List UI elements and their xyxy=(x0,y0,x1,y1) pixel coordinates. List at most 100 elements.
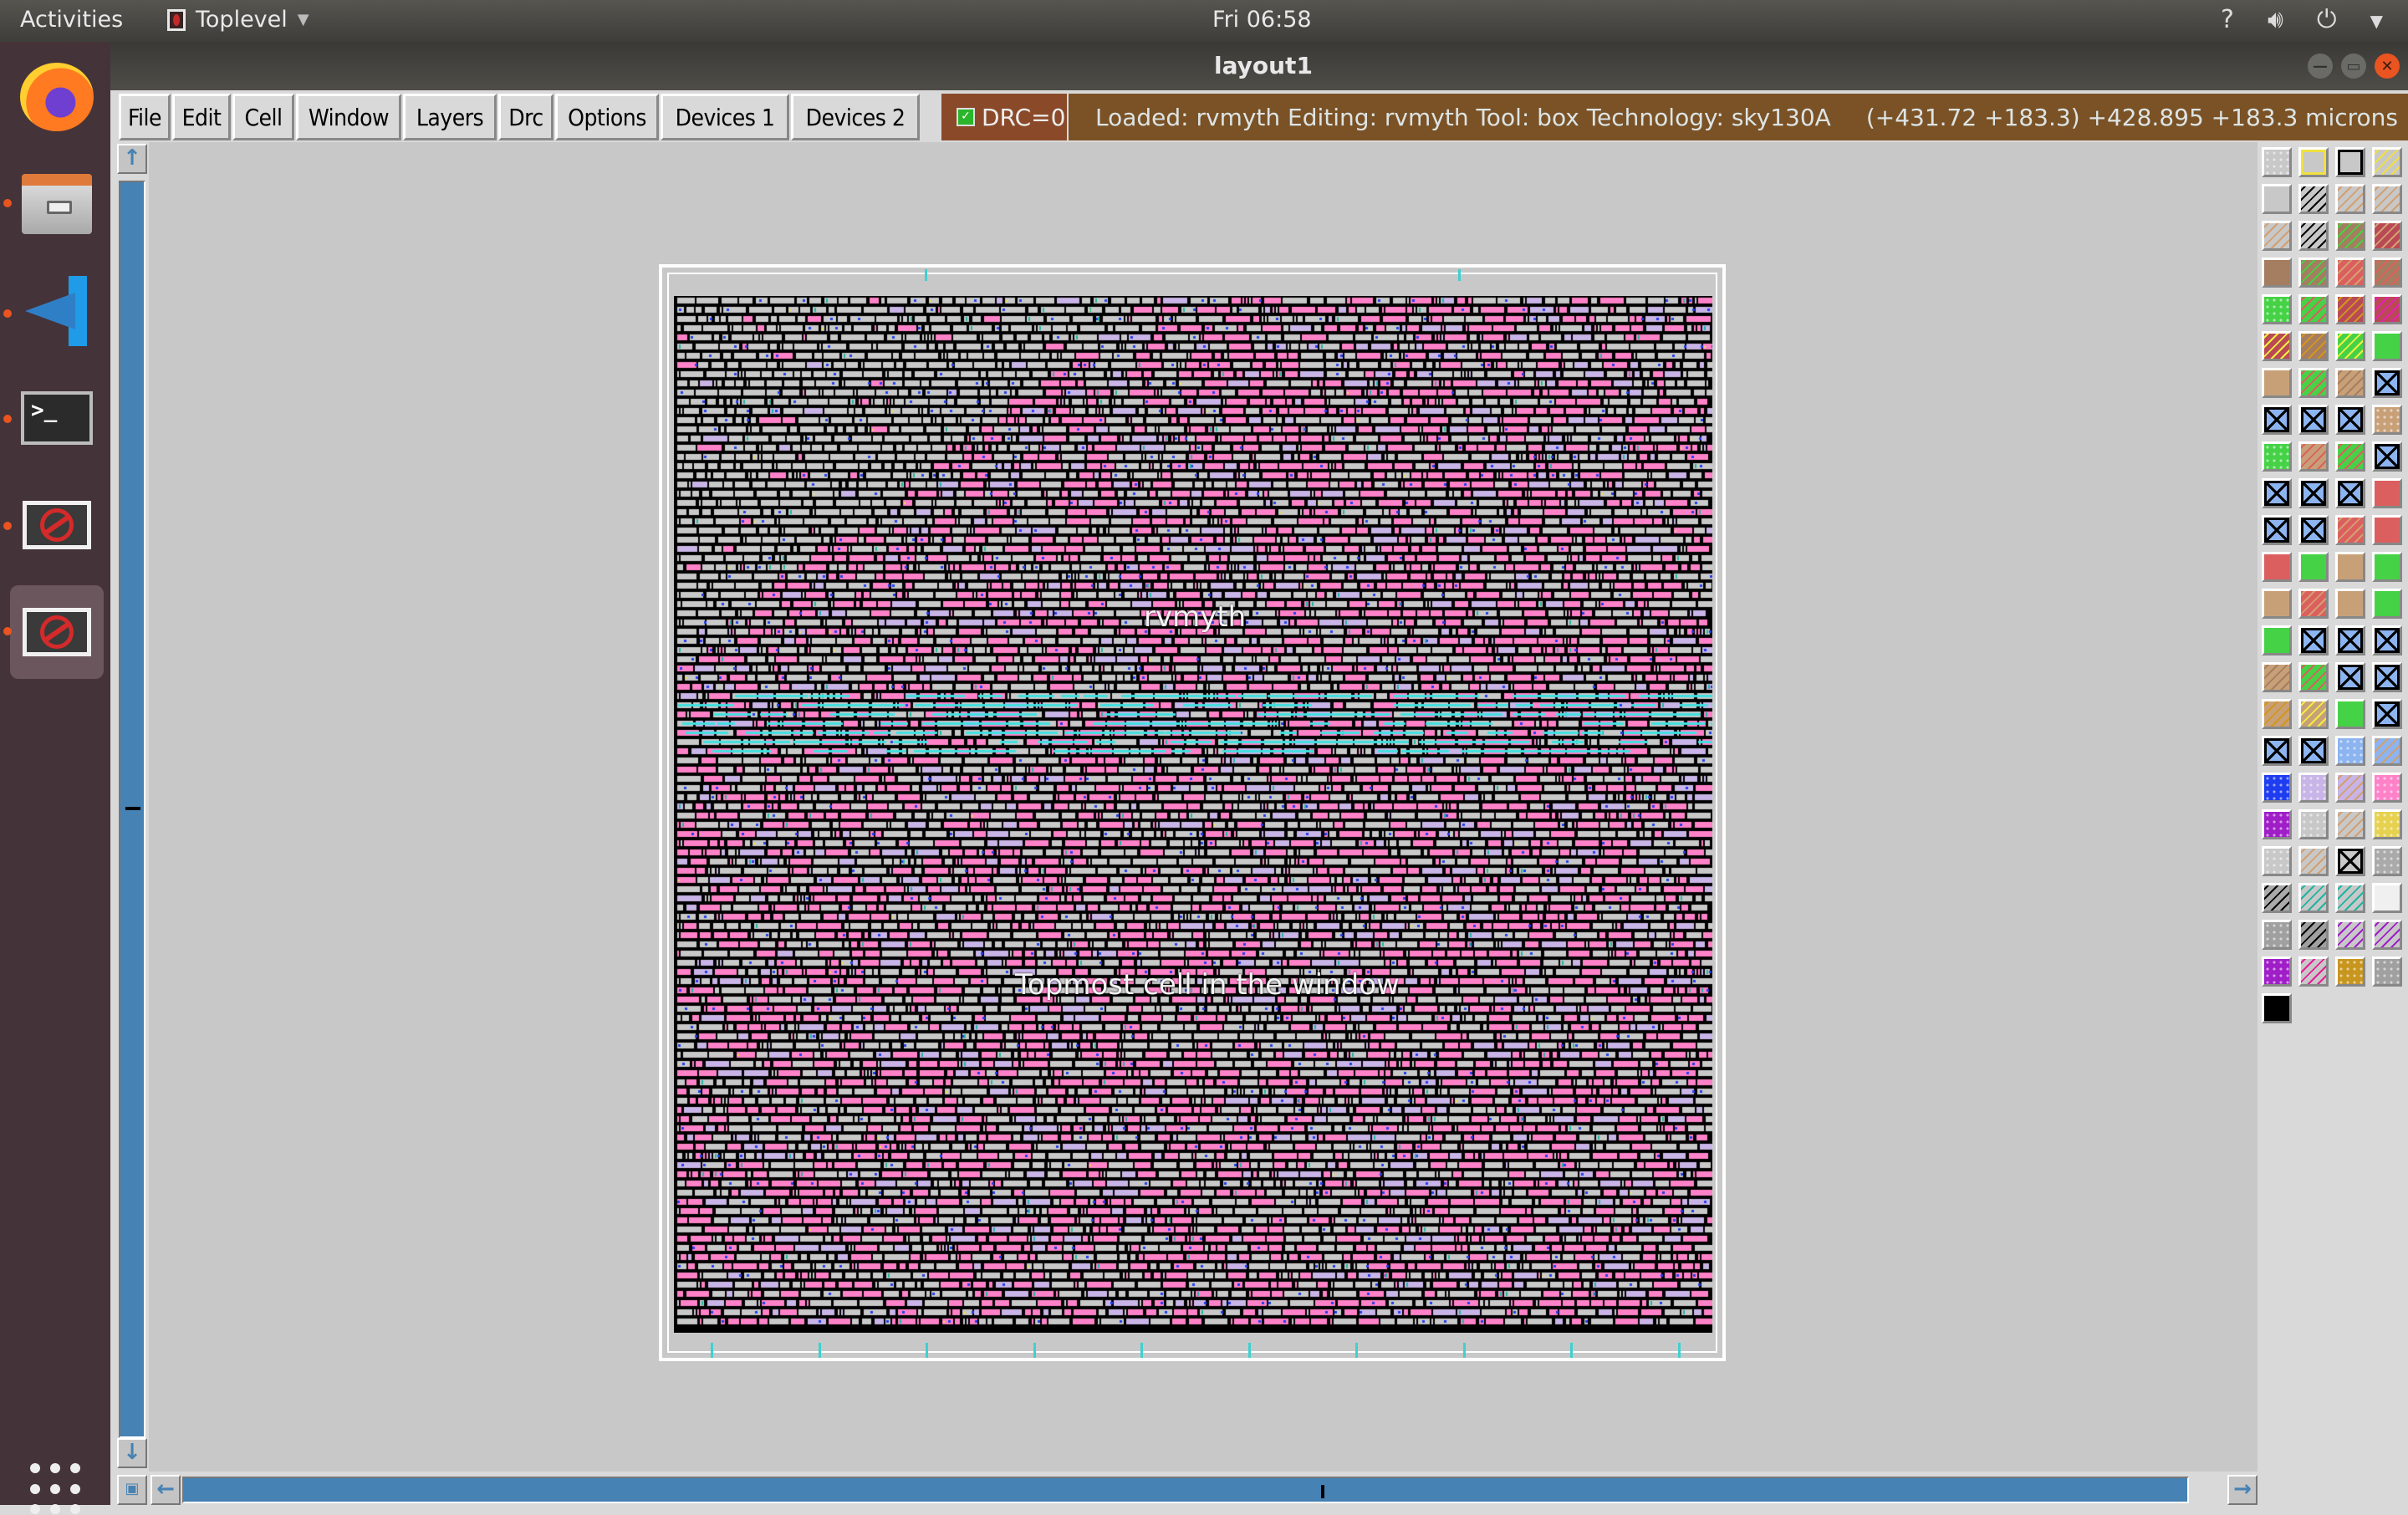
menu-cell[interactable]: Cell xyxy=(232,94,294,140)
network-unknown-icon[interactable]: ? xyxy=(2221,5,2234,37)
layer-swatch-contact-blue[interactable] xyxy=(2335,478,2365,508)
horizontal-scroll-thumb[interactable] xyxy=(182,1477,2189,1503)
layer-swatch-pink-rings[interactable] xyxy=(2298,809,2329,839)
layer-swatch-pink-rings-hatch[interactable] xyxy=(2335,809,2365,839)
menu-devices-2[interactable]: Devices 2 xyxy=(791,94,920,140)
layer-swatch-solid-black[interactable] xyxy=(2262,993,2292,1023)
layer-swatch-hatch-black[interactable] xyxy=(2298,221,2329,251)
system-menu-arrow-icon[interactable]: ▼ xyxy=(2370,5,2383,37)
layer-swatch-brown-green-hatch[interactable] xyxy=(2335,221,2365,251)
layer-swatch-contact-green[interactable] xyxy=(2372,625,2402,655)
layer-swatch-solid-tan[interactable] xyxy=(2262,589,2292,619)
layer-swatch-red-hatch[interactable] xyxy=(2298,589,2329,619)
layer-swatch-solid-green[interactable] xyxy=(2372,589,2402,619)
layer-swatch-magenta-hatch[interactable] xyxy=(2298,956,2329,987)
menu-edit[interactable]: Edit xyxy=(172,94,231,140)
layer-swatch-solid-red[interactable] xyxy=(2262,552,2292,582)
layer-swatch-hatch-tan[interactable] xyxy=(2262,221,2292,251)
layer-swatch-gray-check[interactable] xyxy=(2262,920,2292,950)
layer-swatch-contact-red[interactable] xyxy=(2298,515,2329,545)
cell-rvmyth-geometry[interactable] xyxy=(674,296,1712,1333)
layer-swatch-hatch-tan[interactable] xyxy=(2372,184,2402,214)
layer-swatch-dots-white[interactable] xyxy=(2262,147,2292,177)
layer-swatch-blue-stripes[interactable] xyxy=(2335,736,2365,766)
layer-swatch-purple-stripes[interactable] xyxy=(2262,809,2292,839)
show-applications-icon[interactable] xyxy=(30,1463,82,1515)
layer-swatch-contact-green[interactable] xyxy=(2298,736,2329,766)
layer-swatch-green-red-hatch[interactable] xyxy=(2298,662,2329,692)
layer-swatch-contact-yellow[interactable] xyxy=(2262,736,2292,766)
power-icon[interactable]: ⏻ xyxy=(2317,5,2337,37)
scroll-left-button[interactable]: ← xyxy=(150,1475,181,1505)
layer-swatch-contact-blue[interactable] xyxy=(2298,405,2329,435)
layer-swatch-solid-green[interactable] xyxy=(2262,625,2292,655)
layer-swatch-tan-orange-hatch[interactable] xyxy=(2262,699,2292,729)
layer-swatch-solid-gray[interactable] xyxy=(2262,184,2292,214)
layer-swatch-contact-blue[interactable] xyxy=(2372,699,2402,729)
layer-swatch-gray-rings-hatch[interactable] xyxy=(2298,846,2329,876)
menu-window[interactable]: Window xyxy=(296,94,401,140)
layer-swatch-contact-blue[interactable] xyxy=(2372,441,2402,472)
layer-swatch-contact-teal[interactable] xyxy=(2335,846,2365,876)
layer-swatch-contact-green[interactable] xyxy=(2335,625,2365,655)
layer-swatch-green-red-dots[interactable] xyxy=(2262,294,2292,324)
scroll-right-button[interactable]: → xyxy=(2227,1475,2258,1505)
menu-file[interactable]: File xyxy=(119,94,171,140)
layer-swatch-brown-red-hatch[interactable] xyxy=(2372,258,2402,288)
menu-layers[interactable]: Layers xyxy=(403,94,497,140)
layer-swatch-red-orange-hatch[interactable] xyxy=(2335,294,2365,324)
layer-swatch-solid-green[interactable] xyxy=(2372,552,2402,582)
layer-swatch-green-red-hatch[interactable] xyxy=(2298,368,2329,398)
dock-item-unknown-app[interactable] xyxy=(10,478,104,572)
layer-swatch-solid-red[interactable] xyxy=(2372,478,2402,508)
vertical-scroll-thumb[interactable] xyxy=(119,181,145,1438)
layer-swatch-contact-blue[interactable] xyxy=(2298,625,2329,655)
layer-swatch-green-red-dots-hatch[interactable] xyxy=(2298,294,2329,324)
layer-swatch-purple-hatch[interactable] xyxy=(2335,920,2365,950)
layer-swatch-contact-blue[interactable] xyxy=(2335,405,2365,435)
layer-swatch-gray-rings[interactable] xyxy=(2262,846,2292,876)
maximize-button[interactable]: ▭ xyxy=(2341,54,2366,79)
layer-swatch-hatch-yellow[interactable] xyxy=(2372,147,2402,177)
menu-options[interactable]: Options xyxy=(555,94,659,140)
layer-swatch-red-yellow-hatch[interactable] xyxy=(2262,331,2292,361)
dock-item-unknown-app-active[interactable] xyxy=(10,585,104,679)
layer-swatch-solid-tan[interactable] xyxy=(2335,589,2365,619)
layer-swatch-solid-brown[interactable] xyxy=(2262,258,2292,288)
zoom-box-button[interactable]: ▣ xyxy=(117,1475,147,1505)
drc-toggle[interactable]: ✓ DRC=0 xyxy=(941,94,1067,140)
layer-swatch-contact-blue[interactable] xyxy=(2262,405,2292,435)
volume-icon[interactable]: 🔊︎ xyxy=(2268,5,2283,37)
layer-swatch-hatch-tan[interactable] xyxy=(2335,184,2365,214)
layer-swatch-contact-blue[interactable] xyxy=(2262,478,2292,508)
layer-swatch-pink-check[interactable] xyxy=(2372,846,2402,876)
menu-drc[interactable]: Drc xyxy=(498,94,554,140)
layer-swatch-red-hatch[interactable] xyxy=(2335,258,2365,288)
dock-item-files[interactable] xyxy=(10,157,104,251)
layer-swatch-magenta-white[interactable] xyxy=(2372,883,2402,913)
layer-swatch-teal-tan-hatch[interactable] xyxy=(2335,883,2365,913)
layer-swatch-brown-crosshatch[interactable] xyxy=(2298,258,2329,288)
layer-swatch-green-dots[interactable] xyxy=(2262,441,2292,472)
layer-swatch-purple-tan-hatch[interactable] xyxy=(2372,920,2402,950)
layer-swatch-pink-pattern[interactable] xyxy=(2372,773,2402,803)
layer-swatch-solid-green[interactable] xyxy=(2335,699,2365,729)
system-tray[interactable]: ? 🔊︎ ⏻ ▼ xyxy=(2221,5,2383,37)
layer-swatch-solid-red[interactable] xyxy=(2372,515,2402,545)
layer-swatch-contact-red[interactable] xyxy=(2262,515,2292,545)
dock-item-vscode[interactable] xyxy=(10,264,104,358)
layer-swatch-solid-tan[interactable] xyxy=(2262,368,2292,398)
layer-swatch-outline-black[interactable] xyxy=(2335,147,2365,177)
layer-swatch-pink-check-hatch[interactable] xyxy=(2262,883,2292,913)
layer-swatch-tan-dots-hatch[interactable] xyxy=(2298,441,2329,472)
layer-swatch-tan-yellow-hatch[interactable] xyxy=(2298,699,2329,729)
layer-swatch-tan-dots[interactable] xyxy=(2372,405,2402,435)
layer-swatch-outline-yellow[interactable] xyxy=(2298,147,2329,177)
layer-swatch-lavender-check[interactable] xyxy=(2298,773,2329,803)
layer-swatch-red-tan-hatch[interactable] xyxy=(2372,221,2402,251)
layer-swatch-lavender-hatch[interactable] xyxy=(2335,773,2365,803)
layer-swatch-teal-hatch[interactable] xyxy=(2298,883,2329,913)
layer-swatch-gray-stripes[interactable] xyxy=(2372,956,2402,987)
layer-swatch-contact-blue[interactable] xyxy=(2298,478,2329,508)
layer-swatch-contact-blue[interactable] xyxy=(2335,662,2365,692)
